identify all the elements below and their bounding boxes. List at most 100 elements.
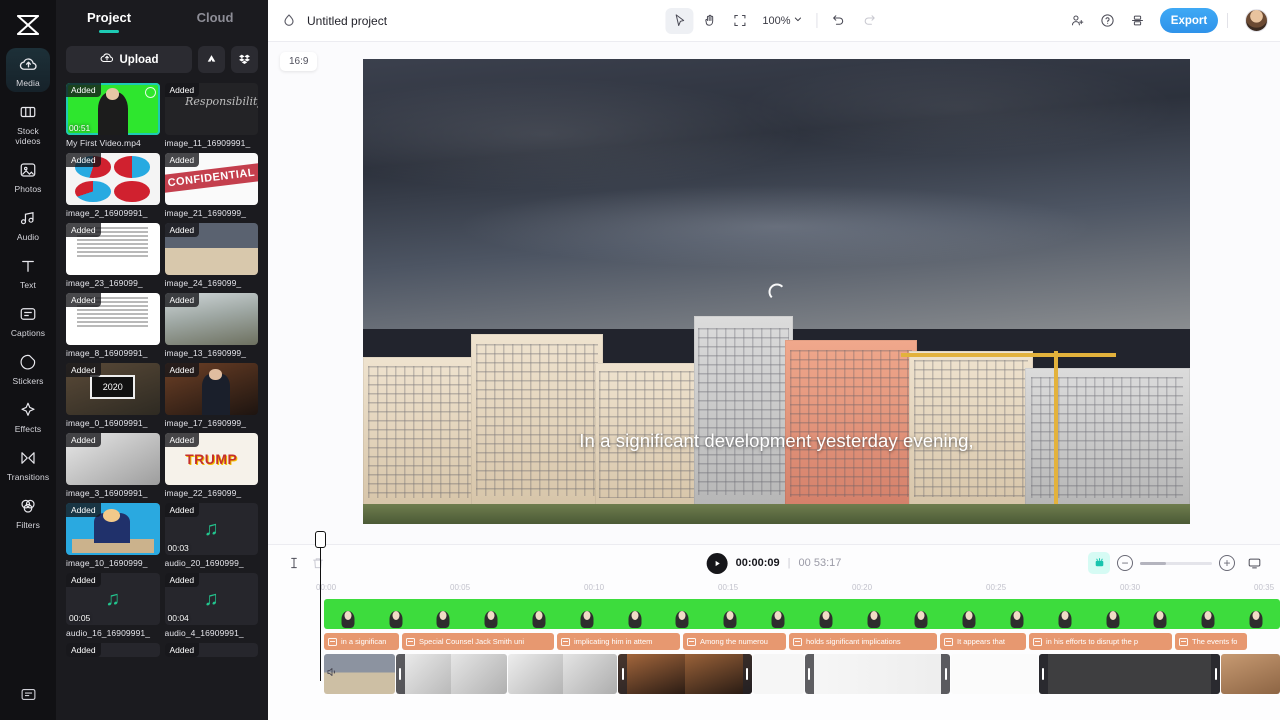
media-item[interactable]: Added Responsibility image_11_16909991_ xyxy=(164,83,258,148)
media-clip[interactable] xyxy=(1221,654,1280,694)
sidebar-item-audio[interactable]: Audio xyxy=(0,200,56,248)
video-stage[interactable]: In a significant development yesterday e… xyxy=(363,59,1190,524)
zoom-in-button[interactable]: + xyxy=(1219,555,1235,571)
media-item[interactable]: Added 00:51 My First Video.mp4 xyxy=(66,83,160,148)
sidebar-item-filters[interactable]: Filters xyxy=(0,488,56,536)
media-item[interactable]: Added image_2_16909991_ xyxy=(66,153,160,218)
rail-items: Media Stock videos Photos Audio Text Cap… xyxy=(0,46,56,536)
playhead-handle[interactable] xyxy=(315,531,326,548)
redo-button[interactable] xyxy=(855,8,883,34)
caption-clip[interactable]: Special Counsel Jack Smith uni xyxy=(402,633,554,650)
media-thumbnail[interactable]: Added xyxy=(66,503,160,555)
media-thumbnail[interactable]: Added xyxy=(66,223,160,275)
trash-icon[interactable] xyxy=(306,551,330,575)
media-thumbnail[interactable]: Added xyxy=(66,153,160,205)
media-thumbnail[interactable]: Added xyxy=(164,363,258,415)
undo-button[interactable] xyxy=(825,8,853,34)
media-thumbnail[interactable]: Added xyxy=(66,433,160,485)
dropbox-button[interactable] xyxy=(231,46,258,73)
user-avatar[interactable] xyxy=(1245,9,1268,32)
media-item[interactable]: Added ♫ 00:05 audio_16_16909991_ xyxy=(66,573,160,638)
media-item[interactable]: Added TRUMP image_22_169099_ xyxy=(164,433,258,498)
media-clip[interactable] xyxy=(951,654,1038,694)
sidebar-item-media[interactable]: Media xyxy=(0,46,56,94)
export-button[interactable]: Export xyxy=(1160,8,1218,33)
caption-clip[interactable]: Among the numerou xyxy=(683,633,786,650)
media-item[interactable]: Added image_13_1690999_ xyxy=(164,293,258,358)
feedback-icon[interactable] xyxy=(20,686,37,708)
tab-project[interactable]: Project xyxy=(56,10,162,33)
media-thumbnail[interactable]: Added xyxy=(164,643,258,657)
sidebar-item-stickers[interactable]: Stickers xyxy=(0,344,56,392)
media-thumbnail[interactable]: Added TRUMP xyxy=(164,433,258,485)
media-clip[interactable] xyxy=(804,654,951,694)
media-item[interactable]: Added xyxy=(164,643,258,657)
google-drive-button[interactable] xyxy=(198,46,225,73)
caption-clip[interactable]: holds significant implications xyxy=(789,633,937,650)
media-item[interactable]: Added image_8_16909991_ xyxy=(66,293,160,358)
split-cursor-icon[interactable] xyxy=(282,551,306,575)
project-title[interactable]: Untitled project xyxy=(307,14,387,28)
speaker-icon[interactable] xyxy=(322,662,342,682)
tab-cloud[interactable]: Cloud xyxy=(162,10,268,33)
sidebar-item-effects[interactable]: Effects xyxy=(0,392,56,440)
media-clip[interactable] xyxy=(507,654,618,694)
media-thumbnail[interactable]: Added xyxy=(66,643,160,657)
sidebar-item-captions[interactable]: Captions xyxy=(0,296,56,344)
zoom-level-select[interactable]: 100% xyxy=(755,15,809,27)
caption-clip-label: Special Counsel Jack Smith uni xyxy=(419,637,525,646)
media-clip[interactable] xyxy=(618,654,752,694)
aspect-ratio-badge[interactable]: 16:9 xyxy=(280,52,318,71)
media-item[interactable]: Added image_3_16909991_ xyxy=(66,433,160,498)
play-button[interactable] xyxy=(706,552,728,574)
media-thumbnail[interactable]: Added xyxy=(164,223,258,275)
sidebar-item-transitions[interactable]: Transitions xyxy=(0,440,56,488)
media-thumbnail[interactable]: Added 00:51 xyxy=(66,83,160,135)
upload-button[interactable]: Upload xyxy=(66,46,192,73)
question-circle-icon[interactable] xyxy=(1094,8,1120,34)
media-clip[interactable] xyxy=(395,654,507,694)
media-thumbnail[interactable]: Added 2020 xyxy=(66,363,160,415)
media-thumbnail[interactable]: Added CONFIDENTIAL xyxy=(164,153,258,205)
media-item[interactable]: Added CONFIDENTIAL image_21_1690999_ xyxy=(164,153,258,218)
media-thumbnail[interactable]: Added Responsibility xyxy=(164,83,258,135)
caption-clip[interactable]: The events fo xyxy=(1175,633,1247,650)
select-arrow-tool[interactable] xyxy=(665,7,694,34)
media-thumbnail[interactable]: Added ♫ 00:05 xyxy=(66,573,160,625)
media-item[interactable]: Added image_23_169099_ xyxy=(66,223,160,288)
media-item[interactable]: Added image_10_1690999_ xyxy=(66,503,160,568)
media-item[interactable]: Added xyxy=(66,643,160,657)
layout-icon[interactable] xyxy=(1124,8,1150,34)
sidebar-item-photos[interactable]: Photos xyxy=(0,152,56,200)
auto-caption-icon[interactable] xyxy=(1088,552,1110,574)
caption-clip[interactable]: implicating him in attem xyxy=(557,633,680,650)
sidebar-item-text[interactable]: Text xyxy=(0,248,56,296)
zoom-level-value: 100% xyxy=(762,14,791,27)
fit-screen-icon[interactable] xyxy=(1242,551,1266,575)
hand-pan-tool[interactable] xyxy=(695,8,723,34)
caption-clip[interactable]: It appears that xyxy=(940,633,1026,650)
media-item[interactable]: Added ♫ 00:04 audio_4_16909991_ xyxy=(164,573,258,638)
capcut-logo-icon[interactable] xyxy=(10,10,46,40)
zoom-out-button[interactable]: − xyxy=(1117,555,1133,571)
crop-frame-tool[interactable] xyxy=(725,8,753,34)
video-overlay-track[interactable] xyxy=(324,599,1280,629)
preview-subtitle: In a significant development yesterday e… xyxy=(579,429,974,451)
caption-clip[interactable]: in a significan xyxy=(324,633,399,650)
add-person-icon[interactable] xyxy=(1064,8,1090,34)
media-clip[interactable] xyxy=(752,654,804,694)
media-item[interactable]: Added image_24_169099_ xyxy=(164,223,258,288)
timeline-playhead[interactable] xyxy=(315,531,326,681)
timeline-zoom-slider[interactable] xyxy=(1140,561,1212,565)
media-thumbnail[interactable]: Added ♫ 00:03 xyxy=(164,503,258,555)
caption-clip[interactable]: in his efforts to disrupt the p xyxy=(1029,633,1172,650)
media-thumbnail[interactable]: Added xyxy=(164,293,258,345)
media-thumbnail[interactable]: Added xyxy=(66,293,160,345)
sidebar-item-stock-videos[interactable]: Stock videos xyxy=(0,94,56,152)
media-item[interactable]: Added ♫ 00:03 audio_20_1690999_ xyxy=(164,503,258,568)
media-thumbnail[interactable]: Added ♫ 00:04 xyxy=(164,573,258,625)
timeline-ruler[interactable]: 00:00 00:05 00:10 00:15 00:20 00:25 00:3… xyxy=(314,581,1280,596)
media-item[interactable]: Added image_17_1690999_ xyxy=(164,363,258,428)
media-clip[interactable] xyxy=(1038,654,1221,694)
media-item[interactable]: Added 2020 image_0_16909991_ xyxy=(66,363,160,428)
